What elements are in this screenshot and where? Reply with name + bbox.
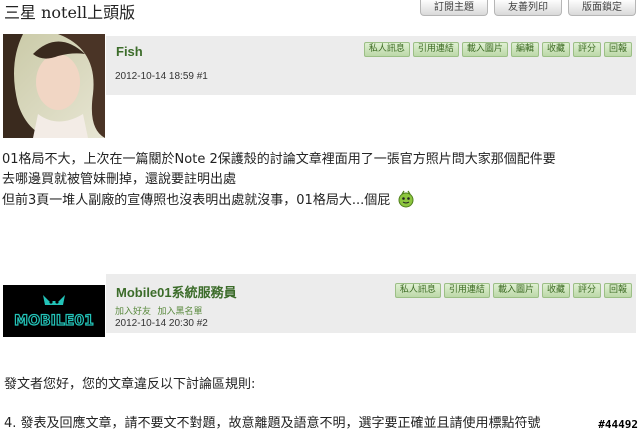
load-images-button[interactable]: 載入圖片 (461, 42, 508, 57)
avatar-fish[interactable] (3, 34, 105, 138)
post-line: 發文者您好，您的文章違反以下討論區規則: (4, 377, 256, 392)
post-body-2: 發文者您好，您的文章違反以下討論區規則: 4. 發表及回應文章，請不要文不對題，… (4, 375, 640, 434)
subscribe-topic-tab[interactable]: 訂閱主題 (420, 0, 488, 16)
edit-button[interactable]: 編輯 (510, 42, 539, 57)
emoticon-icon (398, 190, 414, 215)
favorite-button[interactable]: 收藏 (541, 283, 570, 298)
private-message-button[interactable]: 私人訊息 (363, 42, 410, 57)
lock-layout-tab[interactable]: 版面鎖定 (568, 0, 636, 16)
report-button[interactable]: 回報 (603, 42, 632, 57)
rate-button[interactable]: 評分 (572, 283, 601, 298)
private-message-button[interactable]: 私人訊息 (394, 283, 441, 298)
mobile01-logo: MOBILE01 (3, 285, 105, 337)
post-header-1: Fish 2012-10-14 18:59 #1 私人訊息 引用連結 載入圖片 … (106, 36, 636, 95)
report-button[interactable]: 回報 (603, 283, 632, 298)
favorite-button[interactable]: 收藏 (541, 42, 570, 57)
quote-link-button[interactable]: 引用連結 (443, 283, 490, 298)
post-datetime: 2012-10-14 18:59 (115, 71, 194, 82)
post-line: 4. 發表及回應文章，請不要文不對題，故意離題及語意不明，選字要正確並且請使用標… (4, 416, 541, 431)
post-meta: 2012-10-14 20:30 #2 (115, 318, 208, 329)
topic-tools: 訂閱主題 友善列印 版面鎖定 (420, 0, 636, 16)
post-line: 去哪邊買就被管妹刪掉，還說要註明出處 (2, 172, 237, 187)
load-images-button[interactable]: 載入圖片 (492, 283, 539, 298)
post-actions: 私人訊息 引用連結 載入圖片 編輯 收藏 評分 回報 (363, 42, 632, 57)
topic-header: 三星 notell上頭版 訂閱主題 友善列印 版面鎖定 (0, 0, 640, 22)
add-blacklist-link[interactable]: 加入黑名單 (158, 306, 203, 316)
rate-button[interactable]: 評分 (572, 42, 601, 57)
post-actions: 私人訊息 引用連結 載入圖片 收藏 評分 回報 (394, 283, 632, 298)
author-links: 加入好友 加入黑名單 (115, 304, 207, 317)
post-meta: 2012-10-14 18:59 #1 (115, 71, 208, 82)
topic-title: 三星 notell上頭版 (4, 3, 136, 22)
post-datetime: 2012-10-14 20:30 (115, 318, 194, 329)
post-line: 但前3頁一堆人副廠的宣傳照也沒表明出處就沒事，01格局大...個屁 (2, 190, 638, 215)
svg-text:MOBILE01: MOBILE01 (14, 313, 94, 329)
avatar-photo (3, 34, 105, 138)
post-body-1: 01格局不大，上次在一篇關於Note 2保護殼的討論文章裡面用了一張官方照片問大… (2, 150, 638, 215)
post-floor[interactable]: #2 (197, 318, 208, 329)
post-line-text: 但前3頁一堆人副廠的宣傳照也沒表明出處就沒事，01格局大...個屁 (2, 193, 391, 208)
post-floor[interactable]: #1 (197, 71, 208, 82)
post-header-2: Mobile01系統服務員 加入好友 加入黑名單 2012-10-14 20:3… (106, 274, 636, 333)
post-line: 01格局不大，上次在一篇關於Note 2保護殼的討論文章裡面用了一張官方照片問大… (2, 152, 556, 167)
quote-link-button[interactable]: 引用連結 (412, 42, 459, 57)
avatar-mobile01[interactable]: MOBILE01 (3, 285, 105, 337)
watermark: #44492 (598, 418, 638, 431)
add-friend-link[interactable]: 加入好友 (115, 306, 151, 316)
author-name[interactable]: Mobile01系統服務員 (116, 282, 237, 301)
author-name[interactable]: Fish (116, 44, 143, 59)
print-friendly-tab[interactable]: 友善列印 (494, 0, 562, 16)
